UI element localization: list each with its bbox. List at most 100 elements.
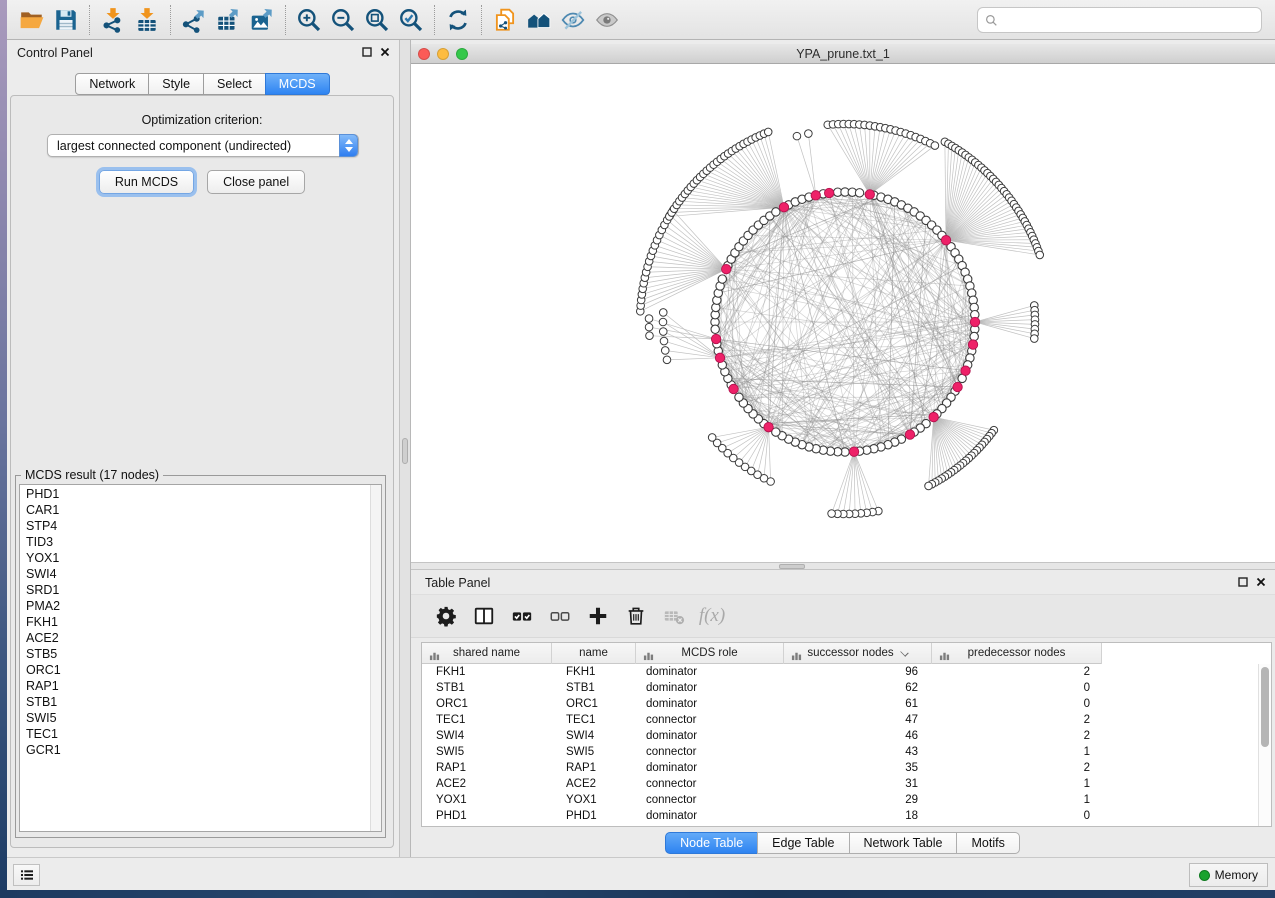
mcds-node[interactable] [865, 190, 874, 199]
mcds-result-item[interactable]: TID3 [20, 534, 369, 550]
mcds-node[interactable] [953, 382, 962, 391]
mcds-result-item[interactable]: SWI5 [20, 710, 369, 726]
search-input[interactable] [1004, 13, 1255, 27]
search-box[interactable] [977, 7, 1262, 33]
horizontal-splitter[interactable] [411, 562, 1275, 570]
mcds-node[interactable] [715, 353, 724, 362]
mcds-node[interactable] [824, 188, 833, 197]
mcds-result-item[interactable]: SWI4 [20, 566, 369, 582]
deselect-all-icon[interactable] [541, 601, 579, 631]
tab-edge-table[interactable]: Edge Table [757, 832, 849, 854]
mcds-node[interactable] [722, 264, 731, 273]
float-icon[interactable] [1238, 577, 1248, 587]
horizontal-splitter-handle[interactable] [779, 564, 805, 569]
mcds-list-scrollbar[interactable] [370, 485, 381, 831]
mcds-node[interactable] [968, 340, 977, 349]
export-image-icon[interactable] [245, 6, 279, 34]
vertical-splitter-handle[interactable] [402, 438, 408, 464]
table-settings-icon[interactable] [427, 601, 465, 631]
mcds-result-item[interactable]: SRD1 [20, 582, 369, 598]
table-row[interactable]: PHD1PHD1dominator180 [422, 808, 1258, 824]
table-row[interactable]: ORC1ORC1dominator610 [422, 696, 1258, 712]
close-icon[interactable] [380, 47, 390, 57]
mcds-node[interactable] [905, 430, 914, 439]
zoom-in-icon[interactable] [292, 6, 326, 34]
mcds-node[interactable] [970, 317, 979, 326]
tab-node-table[interactable]: Node Table [665, 832, 758, 854]
network-window-titlebar[interactable]: YPA_prune.txt_1 [411, 44, 1275, 64]
show-panel-button[interactable] [13, 864, 40, 886]
mcds-result-list[interactable]: PHD1CAR1STP4TID3YOX1SWI4SRD1PMA2FKH1ACE2… [19, 484, 382, 832]
first-neighbors-icon[interactable] [522, 6, 556, 34]
show-columns-icon[interactable] [465, 601, 503, 631]
mcds-result-item[interactable]: STB5 [20, 646, 369, 662]
table-row[interactable]: YOX1YOX1connector291 [422, 792, 1258, 808]
node-table[interactable]: shared namenameMCDS rolesuccessor nodesp… [421, 642, 1272, 827]
memory-button[interactable]: Memory [1189, 863, 1268, 887]
tab-motifs[interactable]: Motifs [956, 832, 1019, 854]
criterion-select[interactable]: largest connected component (undirected) [47, 134, 359, 157]
table-row[interactable]: STB1STB1dominator620 [422, 680, 1258, 696]
close-panel-button[interactable]: Close panel [207, 170, 305, 194]
import-table-icon[interactable] [130, 6, 164, 34]
table-row[interactable]: ACE2ACE2connector311 [422, 776, 1258, 792]
select-all-icon[interactable] [503, 601, 541, 631]
tab-network-table[interactable]: Network Table [849, 832, 958, 854]
mcds-result-item[interactable]: FKH1 [20, 614, 369, 630]
mcds-node[interactable] [729, 384, 738, 393]
column-header-name[interactable]: name [552, 643, 636, 664]
table-row[interactable]: RAP1RAP1dominator352 [422, 760, 1258, 776]
delete-icon[interactable] [617, 601, 655, 631]
show-all-icon[interactable] [590, 6, 624, 34]
column-header-successor-nodes[interactable]: successor nodes [784, 643, 932, 664]
hide-selected-icon[interactable] [556, 6, 590, 34]
mcds-result-item[interactable]: ACE2 [20, 630, 369, 646]
table-row[interactable]: FKH1FKH1dominator962 [422, 664, 1258, 680]
save-session-icon[interactable] [49, 6, 83, 34]
tab-select[interactable]: Select [203, 73, 266, 95]
column-header-shared-name[interactable]: shared name [422, 643, 552, 664]
mcds-node[interactable] [849, 447, 858, 456]
mcds-result-item[interactable]: STP4 [20, 518, 369, 534]
table-scrollbar-thumb[interactable] [1261, 667, 1269, 747]
mcds-result-item[interactable]: PMA2 [20, 598, 369, 614]
export-network-icon[interactable] [177, 6, 211, 34]
tab-network[interactable]: Network [75, 73, 149, 95]
run-mcds-button[interactable]: Run MCDS [99, 170, 194, 194]
tab-mcds[interactable]: MCDS [265, 73, 330, 95]
zoom-selected-icon[interactable] [394, 6, 428, 34]
mcds-node[interactable] [711, 334, 720, 343]
mcds-result-item[interactable]: CAR1 [20, 502, 369, 518]
export-table-icon[interactable] [211, 6, 245, 34]
add-icon[interactable] [579, 601, 617, 631]
mcds-result-item[interactable]: ORC1 [20, 662, 369, 678]
table-row[interactable]: SWI5SWI5connector431 [422, 744, 1258, 760]
mcds-node[interactable] [811, 191, 820, 200]
mcds-result-item[interactable]: RAP1 [20, 678, 369, 694]
mcds-node[interactable] [961, 366, 970, 375]
zoom-out-icon[interactable] [326, 6, 360, 34]
mcds-node[interactable] [941, 235, 950, 244]
table-scrollbar[interactable] [1258, 664, 1271, 826]
column-header-predecessor-nodes[interactable]: predecessor nodes [932, 643, 1102, 664]
zoom-fit-icon[interactable] [360, 6, 394, 34]
table-row[interactable]: TEC1TEC1connector472 [422, 712, 1258, 728]
mcds-node[interactable] [764, 422, 773, 431]
network-graph[interactable] [411, 64, 1275, 562]
tab-style[interactable]: Style [148, 73, 204, 95]
network-canvas[interactable] [411, 64, 1275, 562]
vertical-splitter[interactable] [399, 40, 411, 857]
mcds-node[interactable] [929, 412, 938, 421]
open-file-icon[interactable] [15, 6, 49, 34]
table-row[interactable]: SWI4SWI4dominator462 [422, 728, 1258, 744]
mcds-node[interactable] [779, 203, 788, 212]
column-header-MCDS-role[interactable]: MCDS role [636, 643, 784, 664]
close-icon[interactable] [1256, 577, 1266, 587]
mcds-result-item[interactable]: GCR1 [20, 742, 369, 758]
refresh-icon[interactable] [441, 6, 475, 34]
float-icon[interactable] [362, 47, 372, 57]
import-network-icon[interactable] [96, 6, 130, 34]
mcds-result-item[interactable]: YOX1 [20, 550, 369, 566]
mcds-result-item[interactable]: PHD1 [20, 486, 369, 502]
mcds-result-item[interactable]: STB1 [20, 694, 369, 710]
